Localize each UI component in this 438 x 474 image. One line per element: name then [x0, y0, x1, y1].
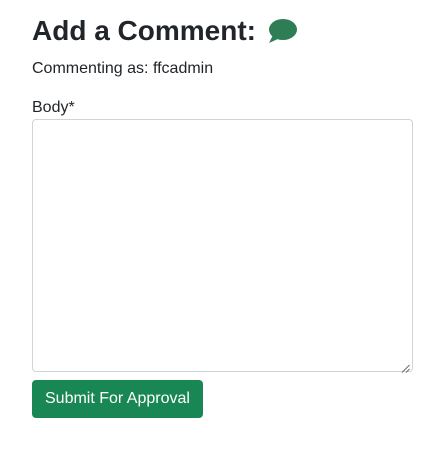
body-field-wrapper — [32, 119, 413, 373]
commenting-as-text: Commenting as: ffcadmin — [32, 60, 214, 77]
body-textarea[interactable] — [32, 119, 413, 372]
body-label: Body* — [32, 99, 75, 116]
speech-bubble-icon — [267, 18, 297, 44]
comment-form: Add a Comment: Commenting as: ffcadmin B… — [32, 0, 413, 418]
page-title-text: Add a Comment: — [32, 15, 256, 46]
resize-grip-icon[interactable] — [401, 360, 410, 373]
submit-for-approval-button[interactable]: Submit For Approval — [32, 380, 203, 418]
page-title: Add a Comment: — [32, 0, 413, 49]
